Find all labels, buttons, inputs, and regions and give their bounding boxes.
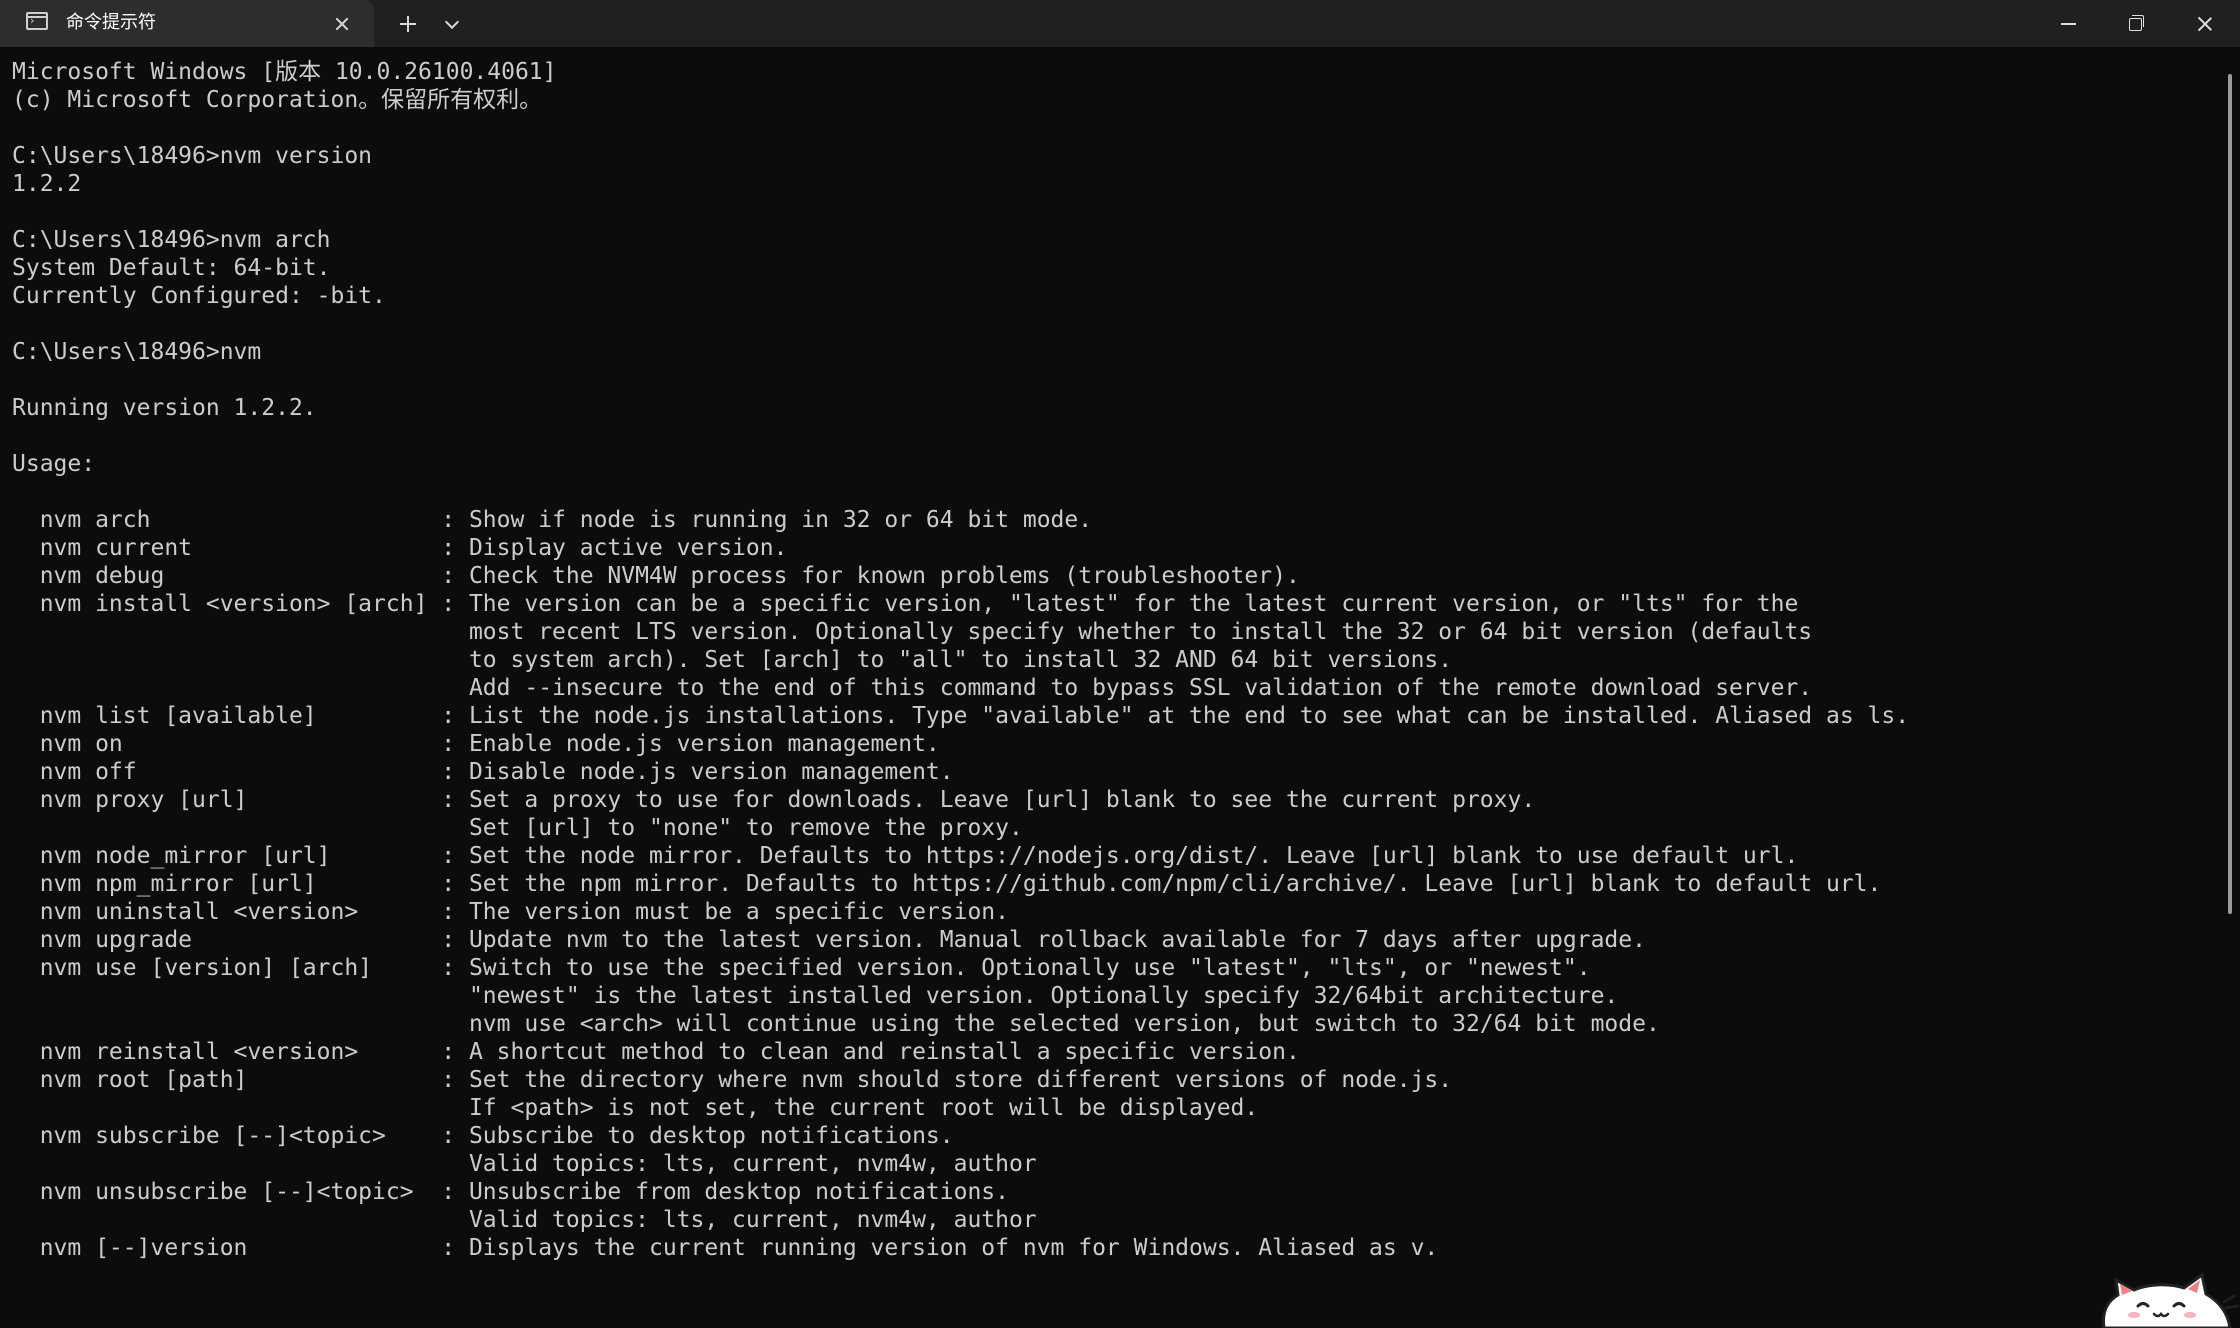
terminal-line: nvm proxy [url] : Set a proxy to use for… xyxy=(12,787,1536,813)
restore-icon[interactable] xyxy=(2102,0,2170,47)
terminal-line: most recent LTS version. Optionally spec… xyxy=(12,619,1813,645)
terminal-line: nvm node_mirror [url] : Set the node mir… xyxy=(12,843,1799,869)
terminal-line: nvm reinstall <version> : A shortcut met… xyxy=(12,1039,1300,1065)
window-close-icon[interactable] xyxy=(2170,0,2238,47)
terminal-line: nvm uninstall <version> : The version mu… xyxy=(12,899,1009,925)
terminal-line: nvm on : Enable node.js version manageme… xyxy=(12,731,940,757)
terminal-output[interactable]: Microsoft Windows [版本 10.0.26100.4061] (c… xyxy=(12,58,2212,1318)
terminal-line: System Default: 64-bit. xyxy=(12,255,331,281)
terminal-line: Add --insecure to the end of this comman… xyxy=(12,675,1813,701)
scrollbar[interactable] xyxy=(2228,74,2232,914)
terminal-line: nvm use <arch> will continue using the s… xyxy=(12,1011,1660,1037)
terminal-line: nvm subscribe [--]<topic> : Subscribe to… xyxy=(12,1123,954,1149)
terminal-line: 1.2.2 xyxy=(12,171,82,197)
terminal-icon xyxy=(26,12,48,30)
terminal-line: nvm use [version] [arch] : Switch to use… xyxy=(12,955,1591,981)
terminal-line: nvm install <version> [arch] : The versi… xyxy=(12,591,1799,617)
plus-icon[interactable] xyxy=(390,8,424,40)
terminal-line: C:\Users\18496>nvm arch xyxy=(12,227,331,253)
terminal-line: Set [url] to "none" to remove the proxy. xyxy=(12,815,1023,841)
chevron-down-icon[interactable] xyxy=(437,8,467,40)
cat-mascot-icon xyxy=(2102,1272,2240,1328)
terminal-line: Microsoft Windows [版本 10.0.26100.4061] xyxy=(12,59,557,85)
terminal-line: nvm off : Disable node.js version manage… xyxy=(12,759,954,785)
tab-command-prompt[interactable]: 命令提示符 xyxy=(0,0,374,47)
terminal-line: nvm list [available] : List the node.js … xyxy=(12,703,1910,729)
terminal-line: nvm arch : Show if node is running in 32… xyxy=(12,507,1093,533)
terminal-line: "newest" is the latest installed version… xyxy=(12,983,1619,1009)
terminal-line: nvm root [path] : Set the directory wher… xyxy=(12,1067,1453,1093)
title-bar: 命令提示符 xyxy=(0,0,2240,47)
tab-title: 命令提示符 xyxy=(66,12,156,33)
terminal-line: Currently Configured: -bit. xyxy=(12,283,386,309)
terminal-line: (c) Microsoft Corporation。保留所有权利。 xyxy=(12,87,543,113)
terminal-line: Usage: xyxy=(12,451,96,477)
terminal-line: nvm current : Display active version. xyxy=(12,535,788,561)
minimize-icon[interactable] xyxy=(2034,0,2102,47)
terminal-line: Valid topics: lts, current, nvm4w, autho… xyxy=(12,1207,1037,1233)
terminal-line: C:\Users\18496>nvm xyxy=(12,339,262,365)
terminal-line: Valid topics: lts, current, nvm4w, autho… xyxy=(12,1151,1037,1177)
close-icon[interactable] xyxy=(328,10,356,38)
terminal-line: If <path> is not set, the current root w… xyxy=(12,1095,1259,1121)
terminal-line: nvm upgrade : Update nvm to the latest v… xyxy=(12,927,1646,953)
terminal-line: nvm debug : Check the NVM4W process for … xyxy=(12,563,1300,589)
terminal-line: to system arch). Set [arch] to "all" to … xyxy=(12,647,1453,673)
terminal-line: nvm npm_mirror [url] : Set the npm mirro… xyxy=(12,871,1882,897)
terminal-line: nvm unsubscribe [--]<topic> : Unsubscrib… xyxy=(12,1179,1009,1205)
terminal-line: C:\Users\18496>nvm version xyxy=(12,143,373,169)
terminal-line: Running version 1.2.2. xyxy=(12,395,317,421)
terminal-line: nvm [--]version : Displays the current r… xyxy=(12,1235,1439,1261)
